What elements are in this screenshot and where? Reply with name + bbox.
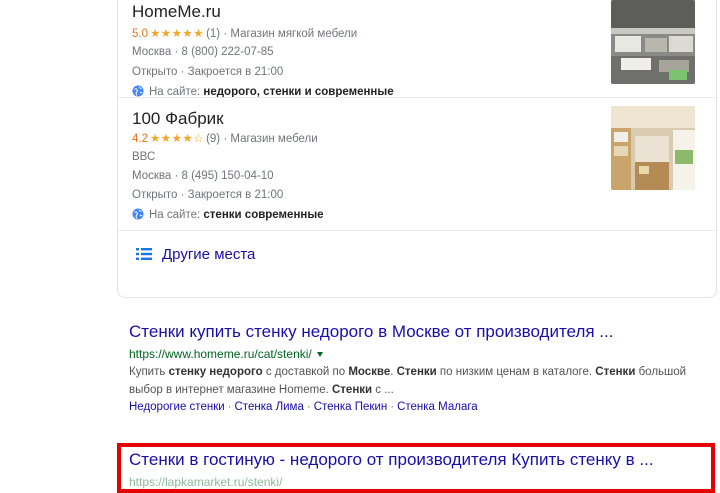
- more-places-label: Другие места: [162, 246, 256, 263]
- more-places-link[interactable]: Другие места: [136, 246, 255, 263]
- red-highlight-box: [117, 443, 715, 493]
- result-title-link[interactable]: Стенки купить стенку недорого в Москве о…: [129, 322, 709, 342]
- place-category: Магазин мебели: [230, 133, 318, 145]
- local-pack-card: HomeMe.ru 5.0 ★★★★★ (1) · Магазин мягкой м…: [117, 0, 718, 298]
- result-url: https://www.homeme.ru/cat/stenki/: [129, 347, 709, 361]
- place-rating-line: 4.2 ★★★★☆ (9) · Магазин мебели: [132, 133, 318, 145]
- sitelink-4[interactable]: Стенка Малага: [397, 401, 478, 413]
- place-website-mentions: На сайте: стенки современные: [132, 208, 324, 221]
- website-terms: стенки современные: [203, 209, 324, 221]
- place-photo-showroom[interactable]: [611, 0, 695, 84]
- globe-icon: [132, 85, 144, 97]
- url-dropdown-caret-icon[interactable]: [316, 352, 323, 357]
- place-listing-homeme[interactable]: HomeMe.ru 5.0 ★★★★★ (1) · Магазин мягкой м…: [118, 0, 718, 98]
- sitelink-1[interactable]: Недорогие стенки: [129, 401, 225, 413]
- place-rating-line: 5.0 ★★★★★ (1) · Магазин мягкой мебели: [132, 28, 358, 40]
- place-hours: Открыто · Закроется в 21:00: [132, 66, 284, 78]
- rating-value: 5.0: [132, 28, 148, 40]
- more-places-row[interactable]: Другие места: [118, 230, 718, 285]
- search-result-1: Стенки купить стенку недорого в Москве о…: [129, 322, 709, 413]
- place-name[interactable]: HomeMe.ru: [132, 2, 221, 22]
- rating-value: 4.2: [132, 133, 148, 145]
- place-address-phone: Москва · 8 (495) 150-04-10: [132, 170, 274, 182]
- result-url-text: https://www.homeme.ru/cat/stenki/: [129, 347, 312, 361]
- place-address-phone: Москва · 8 (800) 222-07-85: [132, 46, 274, 58]
- place-name[interactable]: 100 Фабрик: [132, 109, 224, 129]
- review-count: (1): [206, 28, 221, 40]
- website-prefix: На сайте:: [149, 209, 201, 221]
- rating-stars: ★★★★★: [150, 28, 205, 40]
- result-snippet: Купить стенку недорого с доставкой по Мо…: [129, 366, 687, 396]
- place-listing-100-fabrik[interactable]: 100 Фабрик 4.2 ★★★★☆ (9) · Магазин мебели …: [118, 97, 718, 230]
- place-hours: Открыто · Закроется в 21:00: [132, 189, 284, 201]
- rating-stars: ★★★★☆: [150, 133, 205, 145]
- globe-icon: [132, 208, 144, 220]
- result-sitelinks: Недорогие стенки · Стенка Лима · Стенка Пеки…: [129, 401, 478, 413]
- review-count: (9): [206, 133, 221, 145]
- place-photo-store[interactable]: [611, 106, 695, 190]
- list-icon: [136, 248, 152, 260]
- sitelink-2[interactable]: Стенка Лима: [235, 401, 304, 413]
- sitelink-3[interactable]: Стенка Пекин: [314, 401, 388, 413]
- place-subtitle: ВВС: [132, 151, 156, 163]
- place-category: Магазин мягкой мебели: [230, 28, 358, 40]
